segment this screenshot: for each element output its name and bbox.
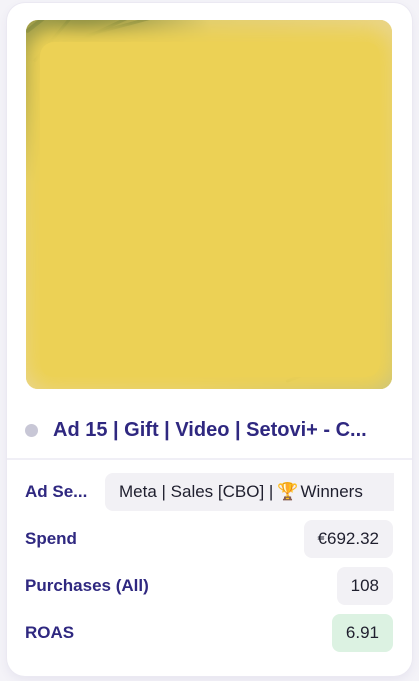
spend-label: Spend — [25, 529, 77, 548]
purchases-label: Purchases (All) — [25, 576, 149, 595]
purchases-value: 108 — [336, 567, 393, 605]
ad-set-value[interactable]: Meta | Sales [CBO] | 🏆 Winners — [105, 473, 394, 511]
thumbnail-blurred-content — [40, 42, 380, 377]
spend-value: €692.32 — [303, 520, 393, 558]
ad-title-row[interactable]: Ad 15 | Gift | Video | Setovi+ - C... — [25, 415, 405, 445]
ad-set-value-suffix: Winners — [300, 482, 363, 501]
roas-row: ROAS 6.91 — [25, 613, 393, 653]
ad-set-value-prefix: Meta | Sales [CBO] | — [119, 482, 274, 501]
ad-set-label: Ad Se... — [25, 482, 88, 501]
spend-row: Spend €692.32 — [25, 519, 393, 559]
ad-set-row: Ad Se... Meta | Sales [CBO] | 🏆 Winners — [25, 472, 394, 512]
purchases-row: Purchases (All) 108 — [25, 566, 393, 606]
trophy-icon: 🏆 — [277, 482, 299, 501]
status-dot-icon — [25, 423, 38, 437]
roas-value: 6.91 — [331, 614, 393, 652]
ad-title[interactable]: Ad 15 | Gift | Video | Setovi+ - C... — [53, 419, 367, 442]
ad-card[interactable]: Ad 15 | Gift | Video | Setovi+ - C... Ad… — [7, 3, 412, 676]
divider — [7, 458, 412, 460]
ad-thumbnail[interactable] — [26, 20, 392, 389]
roas-label: ROAS — [25, 623, 75, 642]
